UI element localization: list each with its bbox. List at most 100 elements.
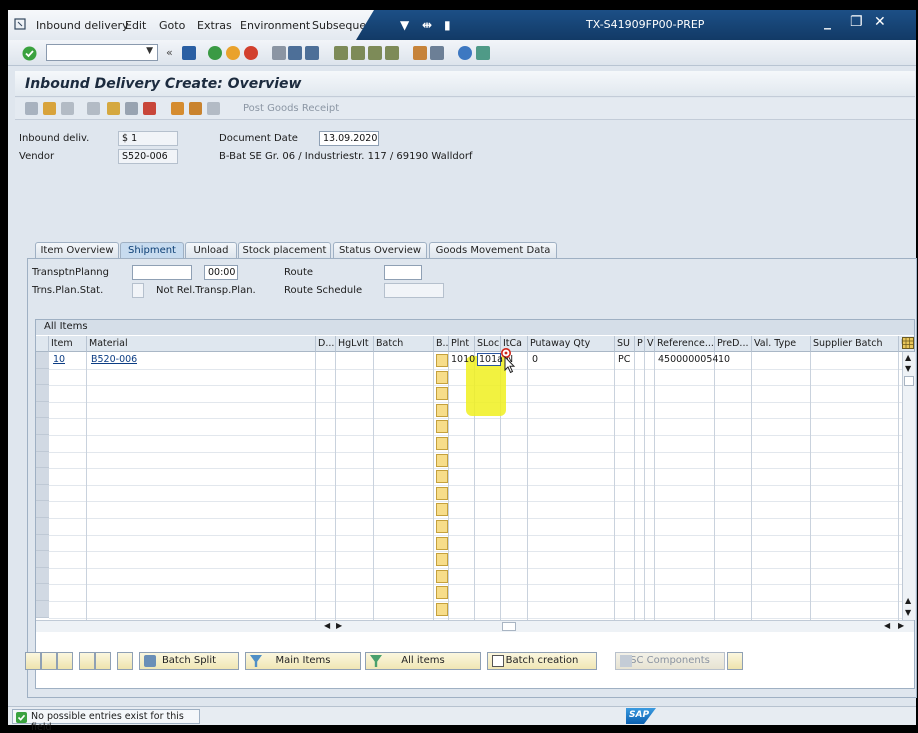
texts-icon[interactable] [125, 102, 138, 115]
scroll-down-small-icon[interactable]: ▼ [905, 364, 911, 373]
tab-status-overview[interactable]: Status Overview [333, 242, 427, 258]
row-selector[interactable] [36, 451, 49, 469]
save-icon[interactable] [182, 46, 196, 60]
row-selector[interactable] [36, 352, 49, 369]
close-icon[interactable]: ✕ [874, 14, 886, 30]
sc-components-extra-button[interactable] [727, 652, 743, 670]
b-checkbox-cell[interactable] [436, 586, 448, 600]
scroll-left-end-icon[interactable]: ◀ [884, 621, 890, 630]
b-checkbox-cell[interactable] [436, 387, 448, 401]
scroll-page-down-icon[interactable]: ▼ [905, 608, 911, 617]
col-putaway-qty[interactable]: Putaway Qty [528, 336, 615, 352]
b-checkbox-cell[interactable] [436, 470, 448, 484]
find-next-icon[interactable] [305, 46, 319, 60]
col-plnt[interactable]: Plnt [449, 336, 475, 352]
deselect-all-button[interactable] [57, 652, 73, 670]
scroll-up-icon[interactable]: ▲ [905, 353, 911, 362]
col-su[interactable]: SU [615, 336, 635, 352]
select-all-button[interactable] [41, 652, 57, 670]
delete-row-button[interactable] [95, 652, 111, 670]
col-p[interactable]: P [635, 336, 645, 352]
col-hglvit[interactable]: HgLvIt [336, 336, 374, 352]
col-v[interactable]: V [645, 336, 655, 352]
all-items-button[interactable]: All items [365, 652, 481, 670]
b-checkbox-cell[interactable] [436, 437, 448, 450]
col-sloc[interactable]: SLoc [475, 336, 501, 352]
command-field[interactable]: ▼ [46, 44, 158, 61]
route-field[interactable] [384, 265, 422, 280]
back-icon[interactable] [208, 46, 222, 60]
scroll-right-end-icon[interactable]: ▶ [898, 621, 904, 630]
row-selector[interactable] [36, 501, 49, 518]
last-page-icon[interactable] [385, 46, 399, 60]
transportation-planning-time-field[interactable]: 00:00 [204, 265, 238, 280]
col-item[interactable]: Item [49, 336, 87, 352]
row-pred[interactable]: 10 [718, 354, 730, 365]
minimize-icon[interactable]: _ [824, 14, 831, 30]
col-batch[interactable]: Batch [374, 336, 434, 352]
grid-icon[interactable] [207, 102, 220, 115]
main-items-button[interactable]: Main Items [245, 652, 361, 670]
b-checkbox-cell[interactable] [436, 354, 448, 367]
row-material[interactable]: B520-006 [91, 354, 137, 365]
row-selector[interactable] [36, 584, 49, 601]
row-putaway-qty[interactable]: 0 [532, 354, 538, 365]
menu-goto[interactable]: Goto [159, 19, 185, 32]
batch-split-button[interactable]: Batch Split [139, 652, 239, 670]
col-pred[interactable]: PreD... [715, 336, 752, 352]
row-item[interactable]: 10 [53, 354, 65, 365]
b-checkbox-cell[interactable] [436, 569, 448, 583]
row-selector[interactable] [36, 534, 49, 552]
messages-icon[interactable] [143, 102, 156, 115]
menu-extras[interactable]: Extras [197, 19, 232, 32]
find-icon[interactable] [288, 46, 302, 60]
b-checkbox-cell[interactable] [436, 420, 448, 434]
collapse-icon[interactable]: « [166, 46, 173, 59]
row-selector[interactable] [36, 551, 49, 568]
batch-creation-button[interactable]: Batch creation [487, 652, 597, 670]
customize-icon[interactable]: ⇹ [422, 18, 432, 32]
partner-icon[interactable] [107, 102, 120, 115]
b-checkbox-cell[interactable] [436, 520, 448, 533]
b-checkbox-cell[interactable] [436, 486, 448, 500]
row-plant[interactable]: 1010 [451, 354, 475, 365]
transportation-planning-date-field[interactable] [132, 265, 192, 280]
scroll-right-icon[interactable]: ▶ [336, 621, 342, 630]
row-selector[interactable] [36, 518, 49, 535]
item-details-button[interactable] [25, 652, 41, 670]
document-date-field[interactable]: 13.09.2020 [319, 131, 379, 146]
col-reference[interactable]: Reference... [655, 336, 715, 352]
col-b[interactable]: B.. [434, 336, 449, 352]
row-selector[interactable] [36, 435, 49, 452]
chevron-down-icon[interactable]: ▼ [146, 46, 153, 56]
tab-unload[interactable]: Unload [185, 242, 237, 258]
row-selector[interactable] [36, 418, 49, 435]
row-selector[interactable] [36, 468, 49, 485]
col-material[interactable]: Material [87, 336, 316, 352]
vertical-scrollbar[interactable]: ▲ ▼ ▲ ▼ [902, 352, 915, 620]
menu-inbound-delivery[interactable]: Inbound delivery [36, 19, 129, 32]
row-selector[interactable] [36, 601, 49, 618]
tab-stock-placement[interactable]: Stock placement [238, 242, 331, 258]
row-selector[interactable] [36, 401, 49, 419]
picking-icon[interactable] [189, 102, 202, 115]
b-checkbox-cell[interactable] [436, 553, 448, 567]
create-icon[interactable] [43, 102, 56, 115]
b-checkbox-cell[interactable] [436, 403, 448, 417]
copy-button[interactable] [117, 652, 133, 670]
scroll-page-up-icon[interactable]: ▲ [905, 596, 911, 605]
dropdown-arrow-icon[interactable]: ▼ [400, 18, 409, 32]
help-icon[interactable] [458, 46, 472, 60]
menu-edit[interactable]: Edit [125, 19, 146, 32]
enter-icon[interactable] [22, 46, 37, 61]
next-page-icon[interactable] [368, 46, 382, 60]
b-checkbox-cell[interactable] [436, 453, 448, 467]
other-delivery-icon[interactable] [87, 102, 100, 115]
table-settings-icon[interactable] [902, 337, 914, 349]
row-selector[interactable] [36, 567, 49, 585]
print-icon[interactable] [272, 46, 286, 60]
scroll-left-icon[interactable]: ◀ [324, 621, 330, 630]
sc-components-button[interactable]: SC Components [615, 652, 725, 670]
menu-icon[interactable] [14, 18, 26, 30]
post-goods-receipt-button[interactable]: Post Goods Receipt [243, 103, 339, 114]
